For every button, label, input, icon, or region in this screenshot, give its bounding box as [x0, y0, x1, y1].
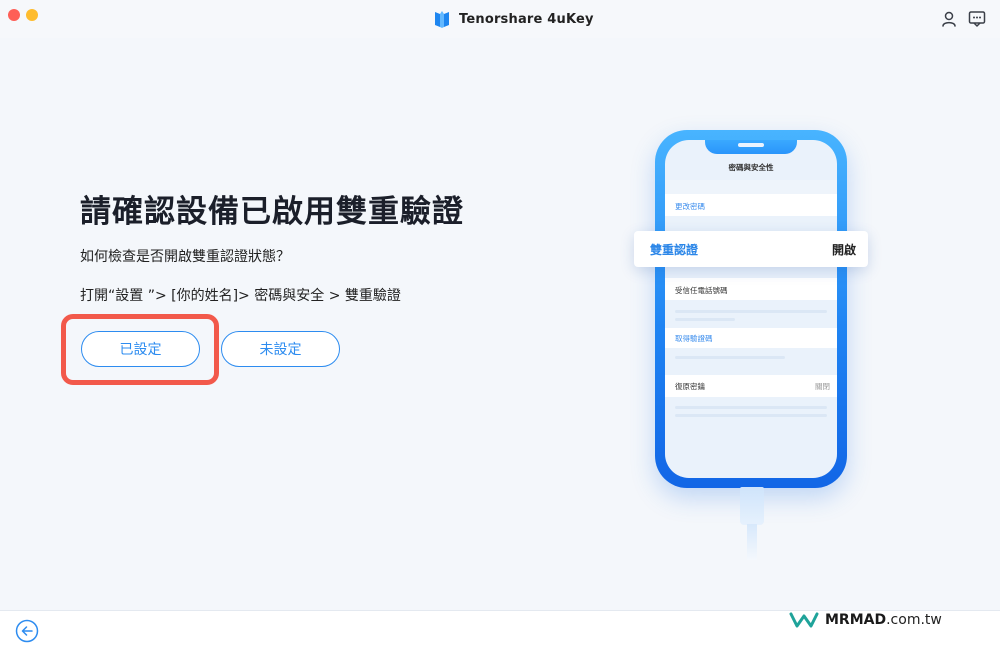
recovery-key-label: 復原密鑰: [675, 382, 705, 391]
app-title: Tenorshare 4uKey: [459, 11, 594, 27]
settings-path-instructions: 打開“設置 ”> [你的姓名]> 密碼與安全 > 雙重驗證: [80, 288, 401, 304]
back-arrow-icon[interactable]: [15, 619, 39, 643]
two-factor-status: 開啟: [832, 243, 857, 257]
watermark-brand: MRMAD: [825, 612, 887, 628]
watermark-logo-icon: [789, 612, 819, 628]
change-password-label: 更改密碼: [675, 202, 705, 211]
lightning-connector: [740, 487, 764, 525]
trusted-phone-label: 受信任電話號碼: [675, 286, 728, 295]
page-heading: 請確認設備已啟用雙重驗證: [80, 194, 464, 230]
phone-speaker: [738, 143, 764, 147]
watermark-text: MRMAD.com.tw: [825, 612, 942, 628]
phone-screen-title: 密碼與安全性: [728, 163, 774, 172]
feedback-icon[interactable]: [968, 10, 986, 28]
minimize-window-button[interactable]: [26, 9, 38, 21]
app-window: Tenorshare 4uKey 請確認設備已啟用雙重驗證 如何檢查是否開啟雙重…: [0, 0, 1000, 650]
close-window-button[interactable]: [8, 9, 20, 21]
watermark: MRMAD.com.tw: [789, 610, 942, 630]
watermark-suffix: .com.tw: [886, 612, 942, 628]
phone-row-divider: [665, 180, 837, 194]
title-bar: Tenorshare 4uKey: [0, 0, 1000, 38]
app-title-group: Tenorshare 4uKey: [433, 8, 594, 30]
already-set-button[interactable]: 已設定: [81, 331, 200, 367]
app-logo-icon: [435, 11, 449, 28]
placeholder-line: [675, 406, 827, 409]
account-icon[interactable]: [940, 10, 958, 28]
two-factor-label: 雙重認證: [650, 243, 699, 257]
usb-cable: [747, 524, 757, 560]
help-question: 如何檢查是否開啟雙重認證狀態？: [80, 249, 290, 265]
placeholder-line: [675, 414, 827, 417]
get-code-label: 取得驗證碼: [675, 334, 713, 343]
recovery-key-value: 關閉: [815, 382, 830, 391]
placeholder-line: [675, 356, 785, 359]
placeholder-line: [675, 318, 735, 321]
placeholder-line: [675, 310, 827, 313]
not-set-button[interactable]: 未設定: [221, 331, 340, 367]
